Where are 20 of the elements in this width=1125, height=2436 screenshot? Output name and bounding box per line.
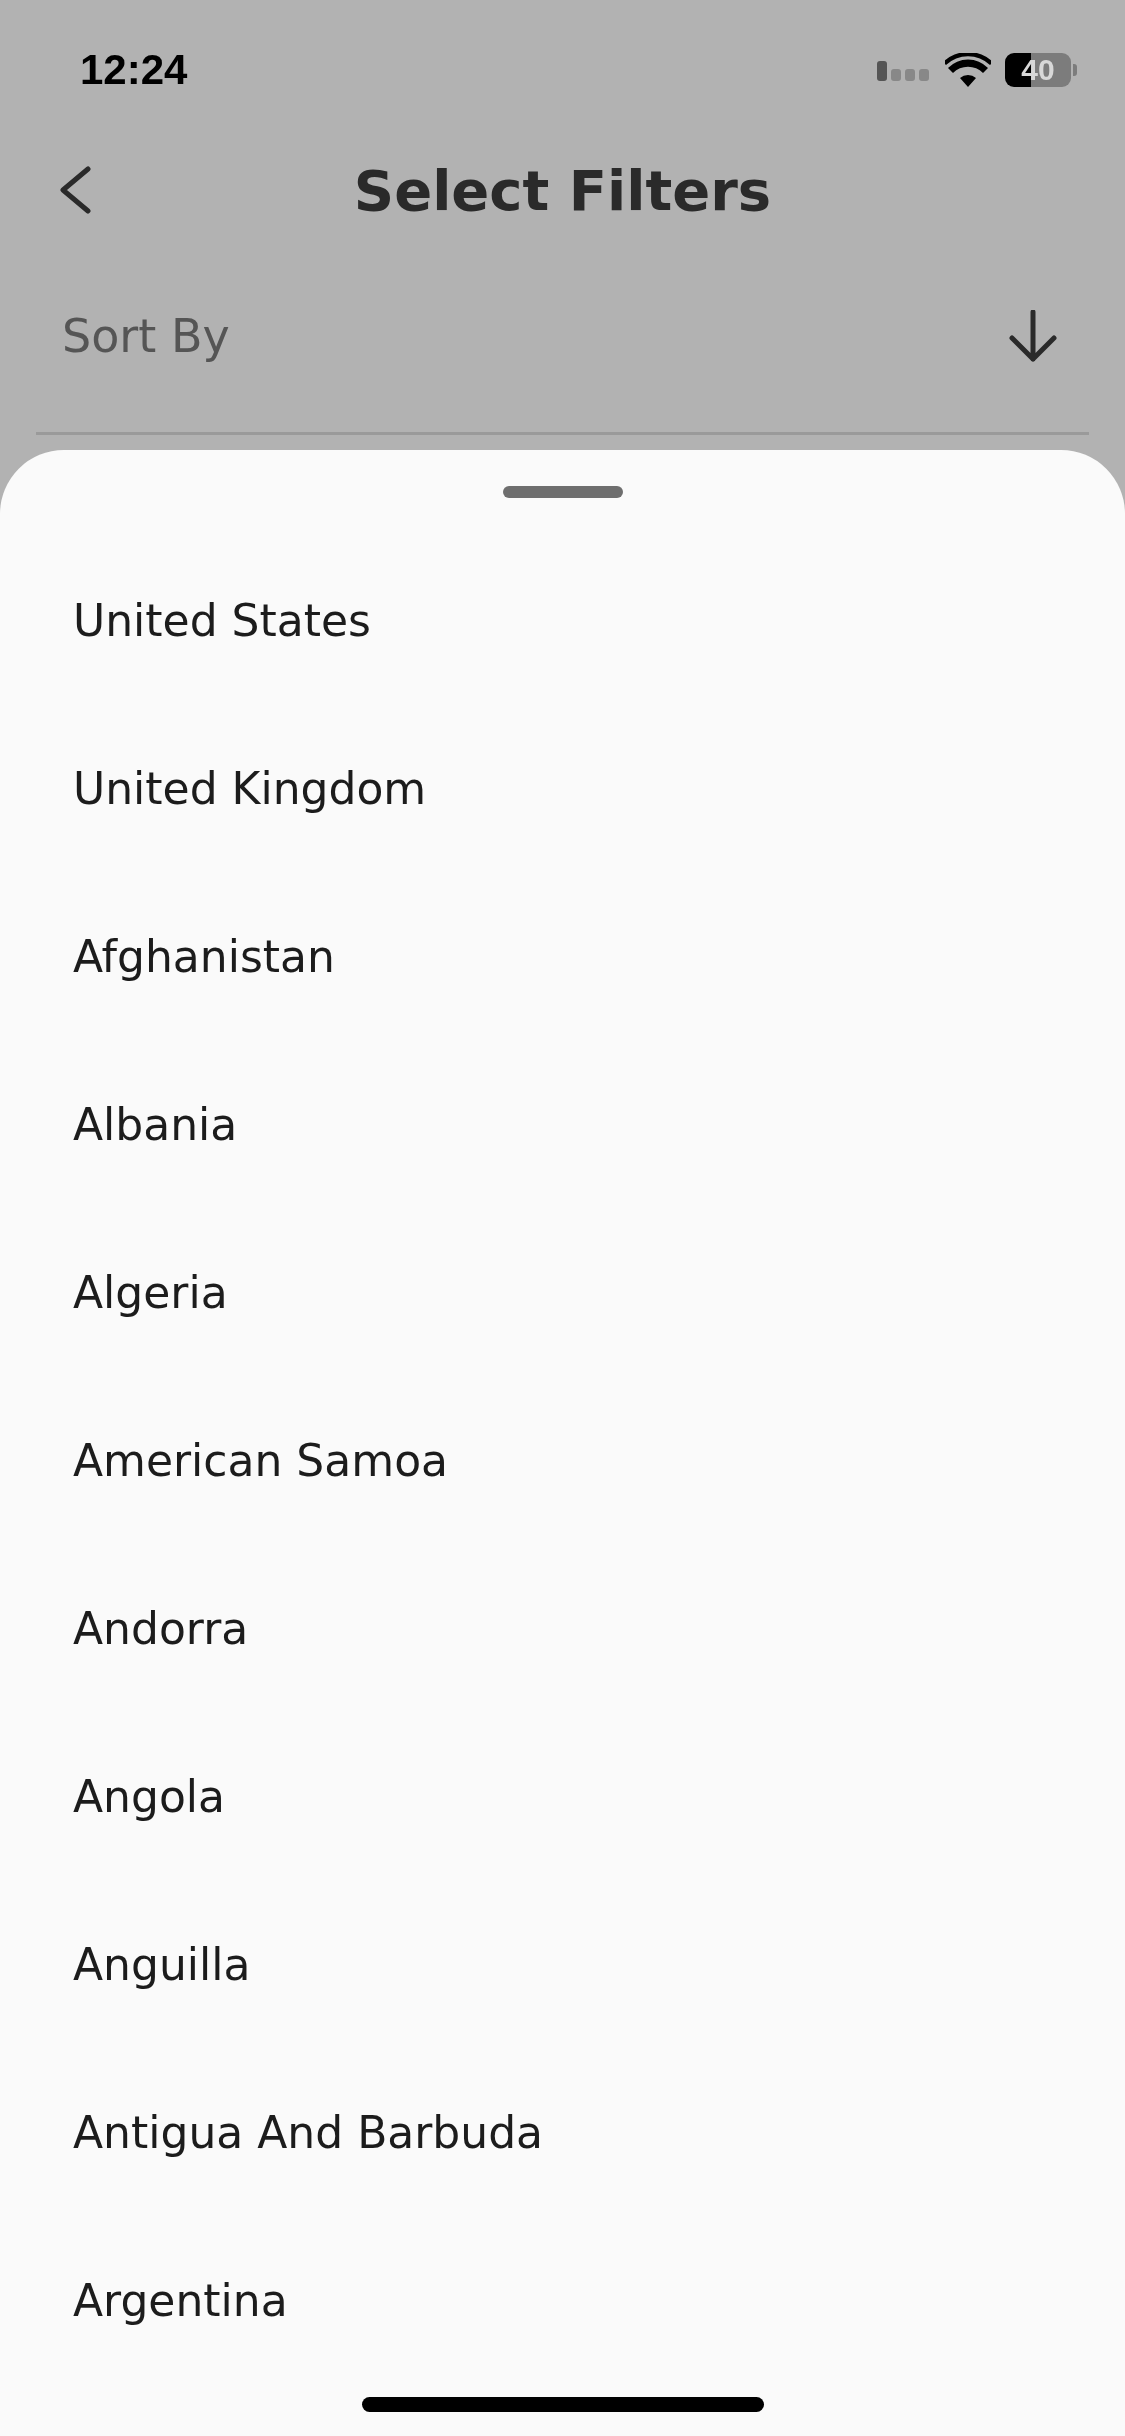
status-time: 12:24	[80, 46, 188, 94]
country-option[interactable]: United States	[73, 594, 371, 646]
page-title: Select Filters	[353, 157, 772, 223]
signal-icon	[877, 59, 931, 81]
country-option[interactable]: Antigua And Barbuda	[73, 2106, 544, 2158]
wifi-icon	[945, 53, 991, 87]
battery-tip	[1073, 64, 1077, 76]
country-option[interactable]: Argentina	[73, 2274, 288, 2326]
country-option[interactable]: American Samoa	[73, 1434, 448, 1486]
down-arrow-icon[interactable]	[1009, 310, 1057, 362]
drag-handle[interactable]	[502, 486, 623, 498]
country-option[interactable]: Algeria	[73, 1266, 228, 1318]
country-option[interactable]: Albania	[73, 1098, 238, 1150]
sort-label[interactable]: Sort By	[62, 309, 230, 363]
country-option[interactable]: Andorra	[73, 1602, 249, 1654]
country-option[interactable]: Anguilla	[73, 1938, 251, 1990]
country-option[interactable]: Angola	[73, 1770, 226, 1822]
country-option[interactable]: United Kingdom	[73, 762, 427, 814]
country-option[interactable]: Afghanistan	[73, 930, 335, 982]
back-icon[interactable]	[58, 166, 92, 214]
